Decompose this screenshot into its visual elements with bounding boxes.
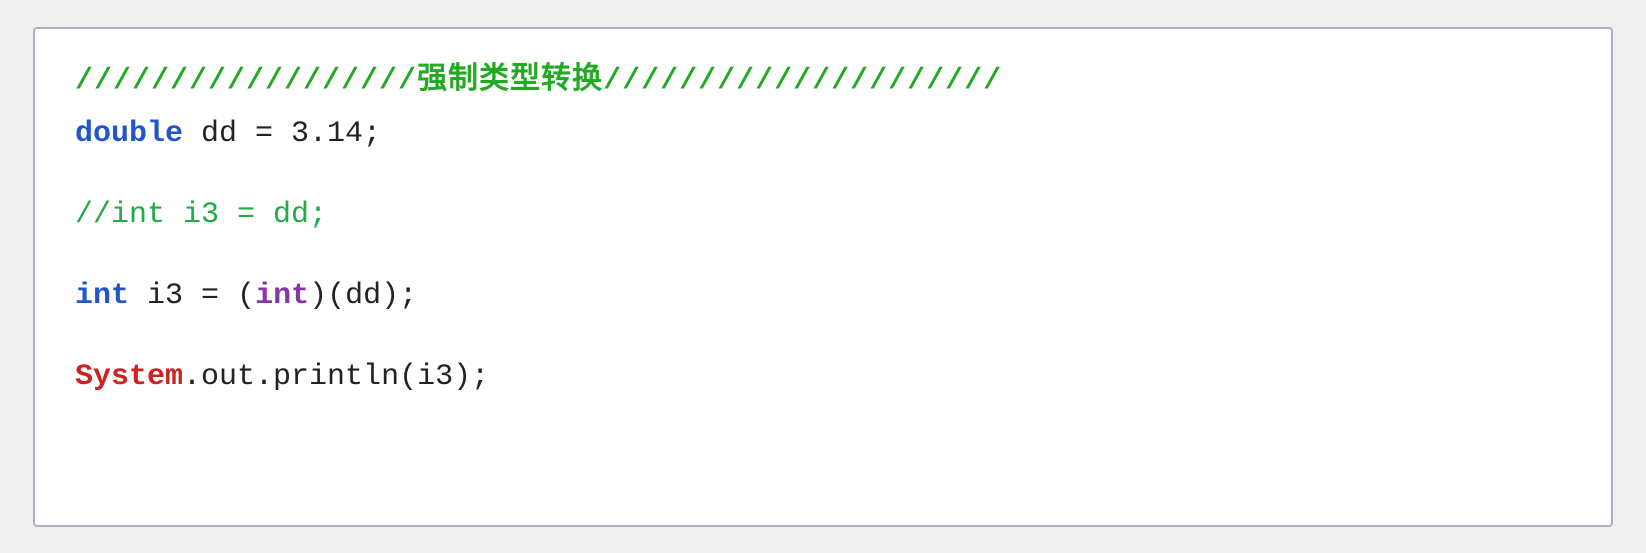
header-comment-line: //////////////////强制类型转换////////////////… [75, 59, 1571, 104]
line3-rest1: i3 = [129, 279, 237, 313]
line1-rest: dd = 3.14; [183, 117, 381, 151]
blank-line-3 [75, 327, 1571, 355]
line-comment-int-i3: //int i3 = dd; [75, 193, 1571, 238]
keyword-system: System [75, 360, 183, 394]
header-slashes-right: ///////////////////// [603, 64, 1002, 98]
code-container: //////////////////强制类型转换////////////////… [33, 27, 1613, 527]
header-title: 强制类型转换 [417, 64, 603, 98]
blank-line-2 [75, 246, 1571, 274]
keyword-double: double [75, 117, 183, 151]
comment-line: //int i3 = dd; [75, 198, 327, 232]
line3-cast-open: ( [237, 279, 255, 313]
line3-cast-close: ) [309, 279, 327, 313]
line-system-out: System.out.println(i3); [75, 355, 1571, 400]
line-int-i3-cast: int i3 = (int)(dd); [75, 274, 1571, 319]
cast-type-int: int [255, 279, 309, 313]
blank-line-1 [75, 165, 1571, 193]
keyword-int: int [75, 279, 129, 313]
header-slashes-left: ////////////////// [75, 64, 417, 98]
line-double-dd: double dd = 3.14; [75, 112, 1571, 157]
line4-rest: .out.println(i3); [183, 360, 489, 394]
line3-rest2: (dd); [327, 279, 417, 313]
